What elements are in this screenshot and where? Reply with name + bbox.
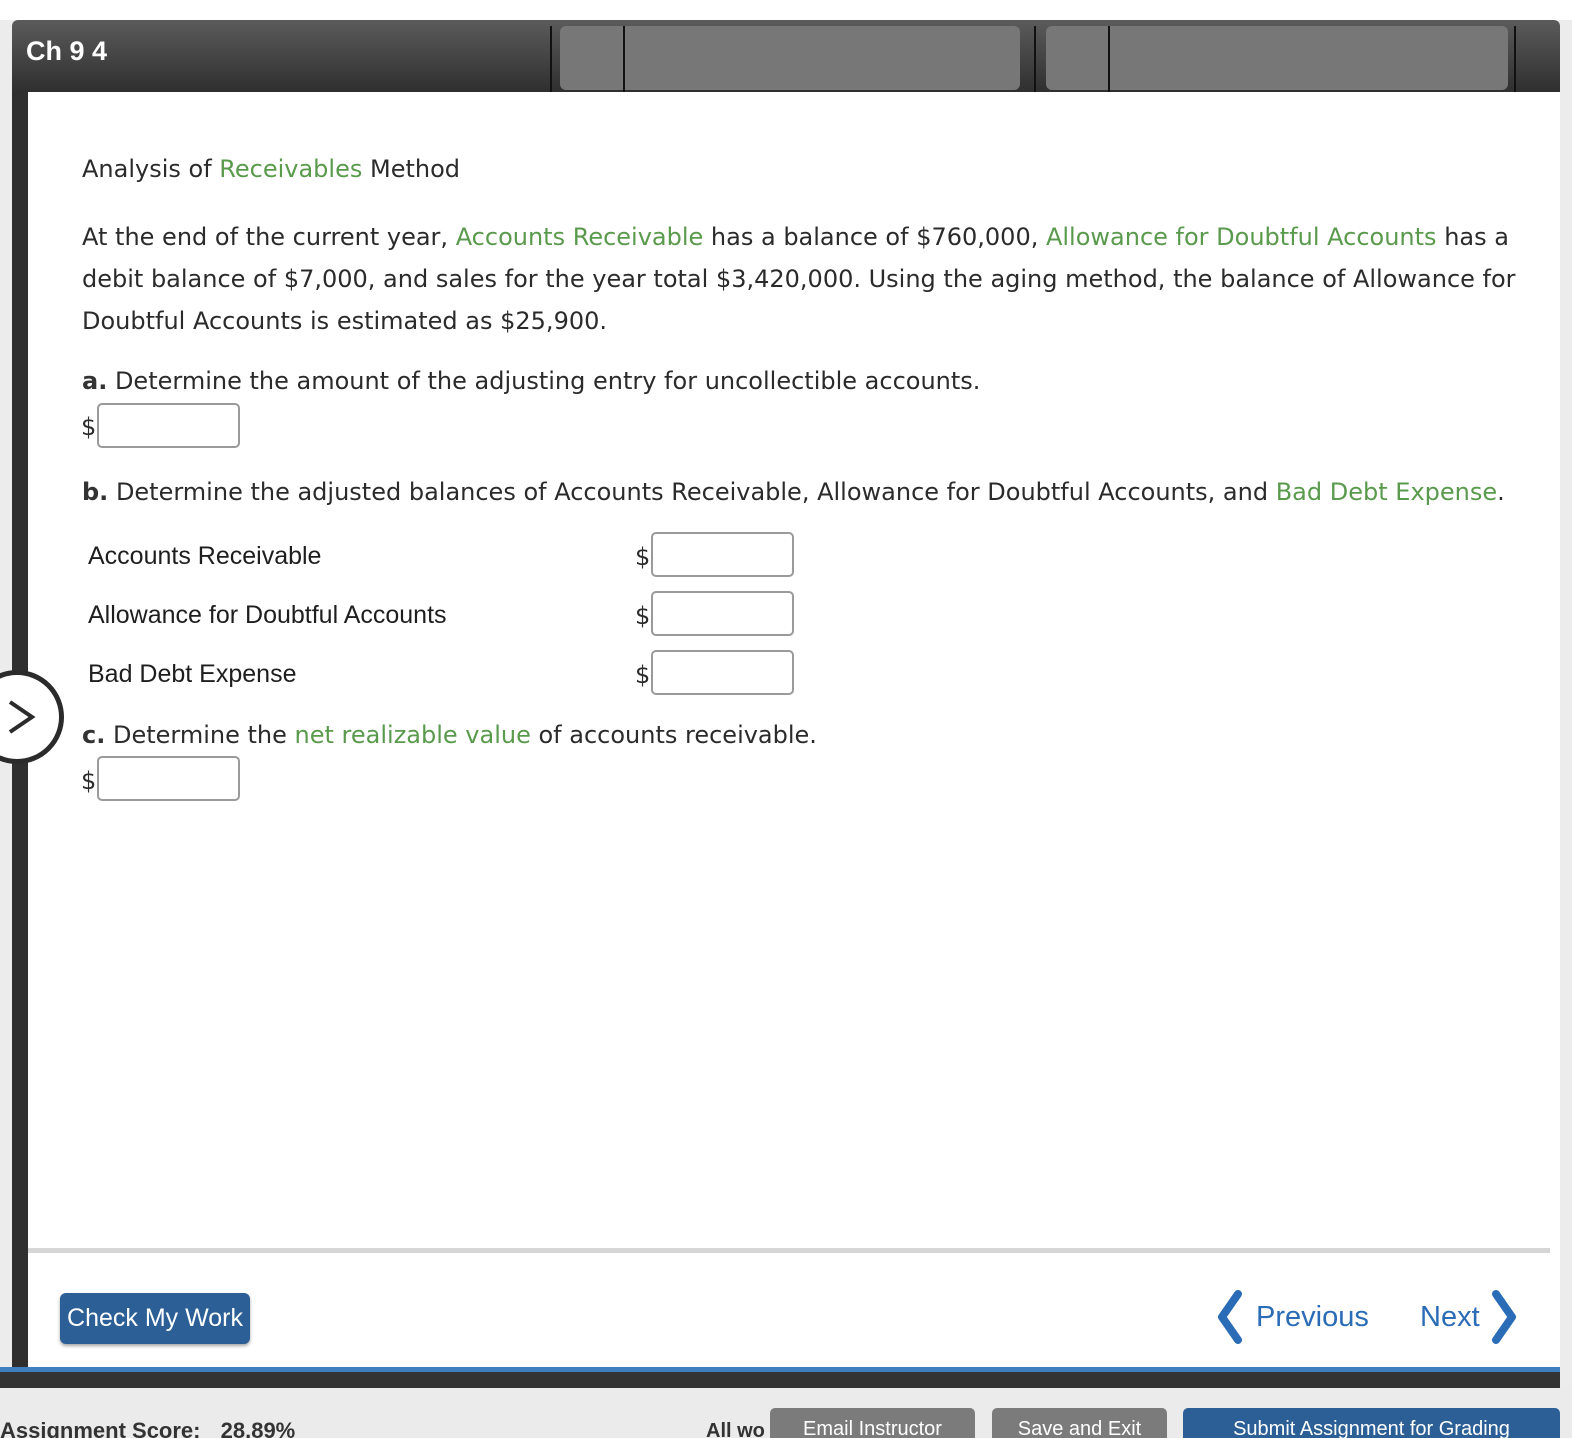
- part-c-answer-input[interactable]: [97, 756, 240, 801]
- submit-assignment-button[interactable]: Submit Assignment for Grading: [1183, 1408, 1560, 1438]
- currency-symbol: $: [635, 543, 651, 571]
- header-divider: [1034, 26, 1036, 92]
- part-c-label: c.: [82, 721, 106, 749]
- currency-symbol: $: [81, 767, 97, 795]
- part-a-answer-input[interactable]: [97, 403, 240, 448]
- bad-debt-expense-link[interactable]: Bad Debt Expense: [1276, 478, 1497, 506]
- header-divider: [1514, 26, 1516, 92]
- part-b-text: Determine the adjusted balances of Accou…: [115, 478, 1276, 506]
- score-value: 28.89%: [220, 1418, 296, 1438]
- accounts-receivable-input[interactable]: [651, 532, 794, 577]
- next-label: Next: [1420, 1300, 1480, 1333]
- previous-label: Previous: [1256, 1300, 1369, 1333]
- previous-button[interactable]: Previous: [1214, 1290, 1369, 1344]
- chevron-right-icon: [1491, 1290, 1516, 1344]
- check-my-work-button[interactable]: Check My Work: [60, 1293, 250, 1344]
- question-body-text: At the end of the current year,: [82, 223, 456, 251]
- net-realizable-value-link[interactable]: net realizable value: [295, 721, 531, 749]
- header-divider: [1108, 26, 1110, 92]
- all-work-text: All wo: [706, 1420, 765, 1438]
- email-instructor-button[interactable]: Email Instructor: [770, 1408, 975, 1438]
- question-panel: Analysis of Receivables Method At the en…: [28, 92, 1560, 1367]
- question-title: Analysis of Receivables Method: [82, 155, 460, 183]
- score-label: Assignment Score:: [0, 1418, 201, 1438]
- bad-debt-expense-label: Bad Debt Expense: [88, 660, 297, 688]
- assignment-header: Ch 9 4: [12, 20, 1560, 92]
- top-strip: [0, 0, 1572, 20]
- header-tab-slot-2[interactable]: [1046, 26, 1508, 90]
- header-divider: [623, 26, 625, 92]
- allowance-doubtful-accounts-link[interactable]: Allowance for Doubtful Accounts: [1046, 223, 1437, 251]
- currency-symbol: $: [635, 661, 651, 689]
- bad-debt-expense-input[interactable]: [651, 650, 794, 695]
- save-and-exit-button[interactable]: Save and Exit: [992, 1408, 1167, 1438]
- assignment-score: Assignment Score: 28.89%: [0, 1418, 295, 1438]
- part-c-prompt: c. Determine the net realizable value of…: [82, 721, 817, 749]
- next-button[interactable]: Next: [1420, 1290, 1520, 1344]
- currency-symbol: $: [81, 413, 97, 441]
- part-b-text: .: [1497, 478, 1505, 506]
- question-title-text: Method: [362, 155, 460, 183]
- part-c-text: Determine the: [112, 721, 295, 749]
- currency-symbol: $: [635, 602, 651, 630]
- receivables-link[interactable]: Receivables: [219, 155, 362, 183]
- allowance-doubtful-accounts-input[interactable]: [651, 591, 794, 636]
- question-body-text: has a balance of $760,000,: [703, 223, 1046, 251]
- part-c-text: of accounts receivable.: [530, 721, 817, 749]
- part-b-label: b.: [82, 478, 109, 506]
- part-a-label: a.: [82, 367, 108, 395]
- footer-separator: [28, 1248, 1550, 1253]
- header-tab-slot-1[interactable]: [560, 26, 1020, 90]
- accounts-receivable-link[interactable]: Accounts Receivable: [456, 223, 704, 251]
- chevron-right-icon: [8, 700, 36, 734]
- assignment-title: Ch 9 4: [26, 36, 108, 66]
- part-b-prompt: b. Determine the adjusted balances of Ac…: [82, 478, 1505, 506]
- part-a-prompt: a. Determine the amount of the adjusting…: [82, 367, 980, 395]
- assignment-bottom-bar: Assignment Score: 28.89% All wo Email In…: [0, 1388, 1572, 1438]
- question-title-text: Analysis of: [82, 155, 220, 183]
- allowance-doubtful-accounts-label: Allowance for Doubtful Accounts: [88, 601, 447, 629]
- accounts-receivable-label: Accounts Receivable: [88, 542, 322, 570]
- header-divider: [550, 26, 552, 92]
- part-a-text: Determine the amount of the adjusting en…: [114, 367, 981, 395]
- question-body: At the end of the current year, Accounts…: [82, 216, 1542, 342]
- chevron-left-icon: [1218, 1290, 1242, 1344]
- page: Ch 9 4 Analysis of Receivables Method At…: [0, 0, 1572, 1438]
- footer-dark-band: [0, 1372, 1560, 1388]
